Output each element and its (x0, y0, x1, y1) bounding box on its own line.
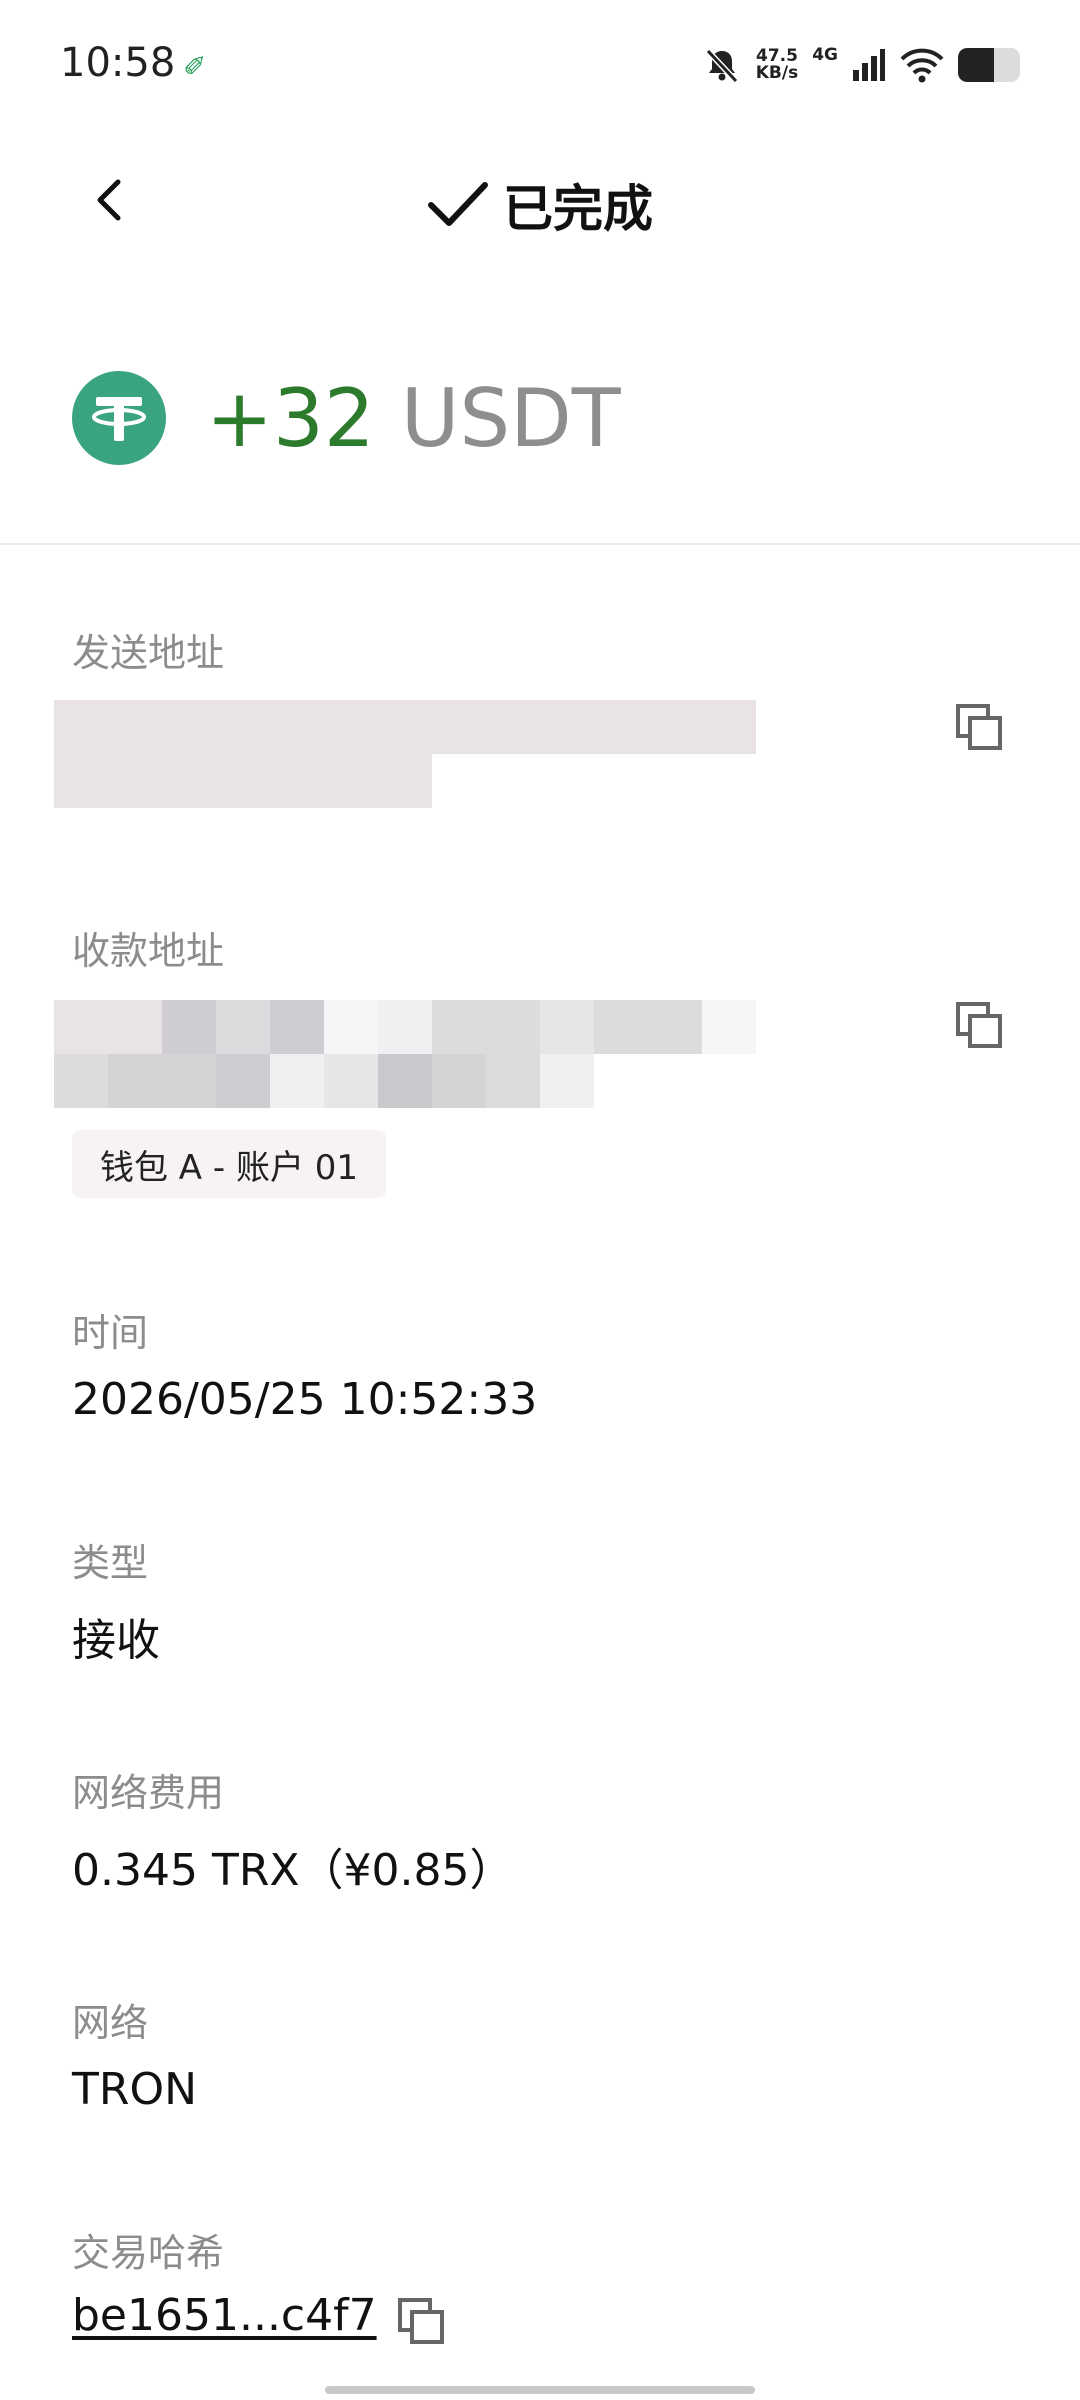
transaction-hash-link[interactable]: be1651...c4f7 (72, 2290, 377, 2341)
fee-label: 网络费用 (72, 1771, 225, 1815)
battery-icon (958, 48, 1020, 82)
transaction-unit: USDT (400, 371, 621, 465)
mosaic-block (216, 700, 270, 754)
mosaic-block (324, 1000, 378, 1054)
mosaic-block (324, 1054, 378, 1108)
copy-receiver-button[interactable] (952, 998, 1006, 1052)
wifi-icon (900, 48, 944, 83)
mosaic-block (162, 700, 216, 754)
mosaic-block (108, 1000, 162, 1054)
mosaic-block (702, 754, 756, 808)
mosaic-block (270, 700, 324, 754)
copy-icon (398, 2298, 444, 2344)
mosaic-block (594, 700, 648, 754)
receiver-address-redacted (54, 1000, 756, 1108)
mosaic-block (108, 1054, 162, 1108)
section-divider (0, 543, 1080, 545)
page-title: 已完成 (503, 180, 653, 238)
receiver-address-label: 收款地址 (72, 929, 225, 973)
time-label: 时间 (72, 1311, 149, 1355)
mosaic-block (432, 1000, 486, 1054)
mosaic-block (54, 700, 108, 754)
app-notification-icon: ✐ (183, 50, 207, 83)
mosaic-block (378, 700, 432, 754)
mute-bell-icon (705, 48, 738, 84)
copy-sender-button[interactable] (952, 700, 1006, 754)
amount-row: +32 USDT (72, 368, 621, 468)
mosaic-block (648, 1054, 702, 1108)
status-icons: 47.5 KB/s 4G (702, 40, 1020, 90)
mosaic-block (216, 1000, 270, 1054)
mosaic-block (648, 1000, 702, 1054)
mosaic-block (324, 754, 378, 808)
copy-icon (956, 704, 1002, 750)
copy-hash-button[interactable] (394, 2294, 448, 2348)
mosaic-block (594, 1000, 648, 1054)
status-bar: 10:58 ✐ 47.5 KB/s 4G (0, 0, 1080, 130)
mosaic-block (486, 1054, 540, 1108)
checkmark-icon (428, 182, 488, 226)
mosaic-block (486, 754, 540, 808)
mosaic-block (108, 700, 162, 754)
transaction-amount: +32 (206, 371, 375, 465)
copy-icon (956, 1002, 1002, 1048)
mosaic-block (54, 1000, 108, 1054)
mosaic-block (324, 700, 378, 754)
mosaic-block (270, 1054, 324, 1108)
mosaic-block (216, 1054, 270, 1108)
time-value: 2026/05/25 10:52:33 (72, 1374, 538, 1425)
mosaic-block (270, 1000, 324, 1054)
mosaic-block (432, 700, 486, 754)
mosaic-block (702, 1054, 756, 1108)
status-time: 10:58 (60, 40, 176, 86)
fee-value: 0.345 TRX（¥0.85） (72, 1845, 514, 1896)
battery-level (958, 48, 994, 82)
mosaic-block (162, 754, 216, 808)
mosaic-block (540, 700, 594, 754)
mosaic-block (702, 700, 756, 754)
network-speed: 47.5 KB/s (756, 48, 798, 82)
type-value: 接收 (72, 1615, 160, 1666)
mosaic-block (162, 1000, 216, 1054)
mosaic-block (162, 1054, 216, 1108)
hash-label: 交易哈希 (72, 2231, 225, 2275)
network-type: 4G (812, 45, 838, 65)
mosaic-block (594, 754, 648, 808)
mosaic-block (378, 1000, 432, 1054)
mosaic-block (432, 1054, 486, 1108)
mosaic-block (486, 1000, 540, 1054)
mosaic-block (702, 1000, 756, 1054)
signal-icon (853, 49, 885, 81)
mosaic-block (270, 754, 324, 808)
mosaic-block (432, 754, 486, 808)
mosaic-block (54, 1054, 108, 1108)
mosaic-block (648, 700, 702, 754)
mosaic-block (216, 754, 270, 808)
mosaic-block (594, 1054, 648, 1108)
network-value: TRON (72, 2064, 197, 2115)
mosaic-block (378, 1054, 432, 1108)
wallet-tag: 钱包 A - 账户 01 (72, 1130, 387, 1198)
header: 已完成 (0, 140, 1080, 270)
mosaic-block (378, 754, 432, 808)
mosaic-block (486, 700, 540, 754)
sender-address-redacted (54, 700, 756, 808)
sender-address-label: 发送地址 (72, 631, 225, 675)
status-title: 已完成 (0, 170, 1080, 240)
type-label: 类型 (72, 1541, 149, 1585)
mosaic-block (540, 754, 594, 808)
home-indicator[interactable] (325, 2386, 755, 2394)
mosaic-block (108, 754, 162, 808)
mosaic-block (540, 1000, 594, 1054)
mosaic-block (54, 754, 108, 808)
speed-unit: KB/s (755, 63, 799, 83)
mosaic-block (540, 1054, 594, 1108)
network-label: 网络 (72, 2001, 149, 2045)
usdt-token-icon (72, 371, 166, 465)
mosaic-block (648, 754, 702, 808)
